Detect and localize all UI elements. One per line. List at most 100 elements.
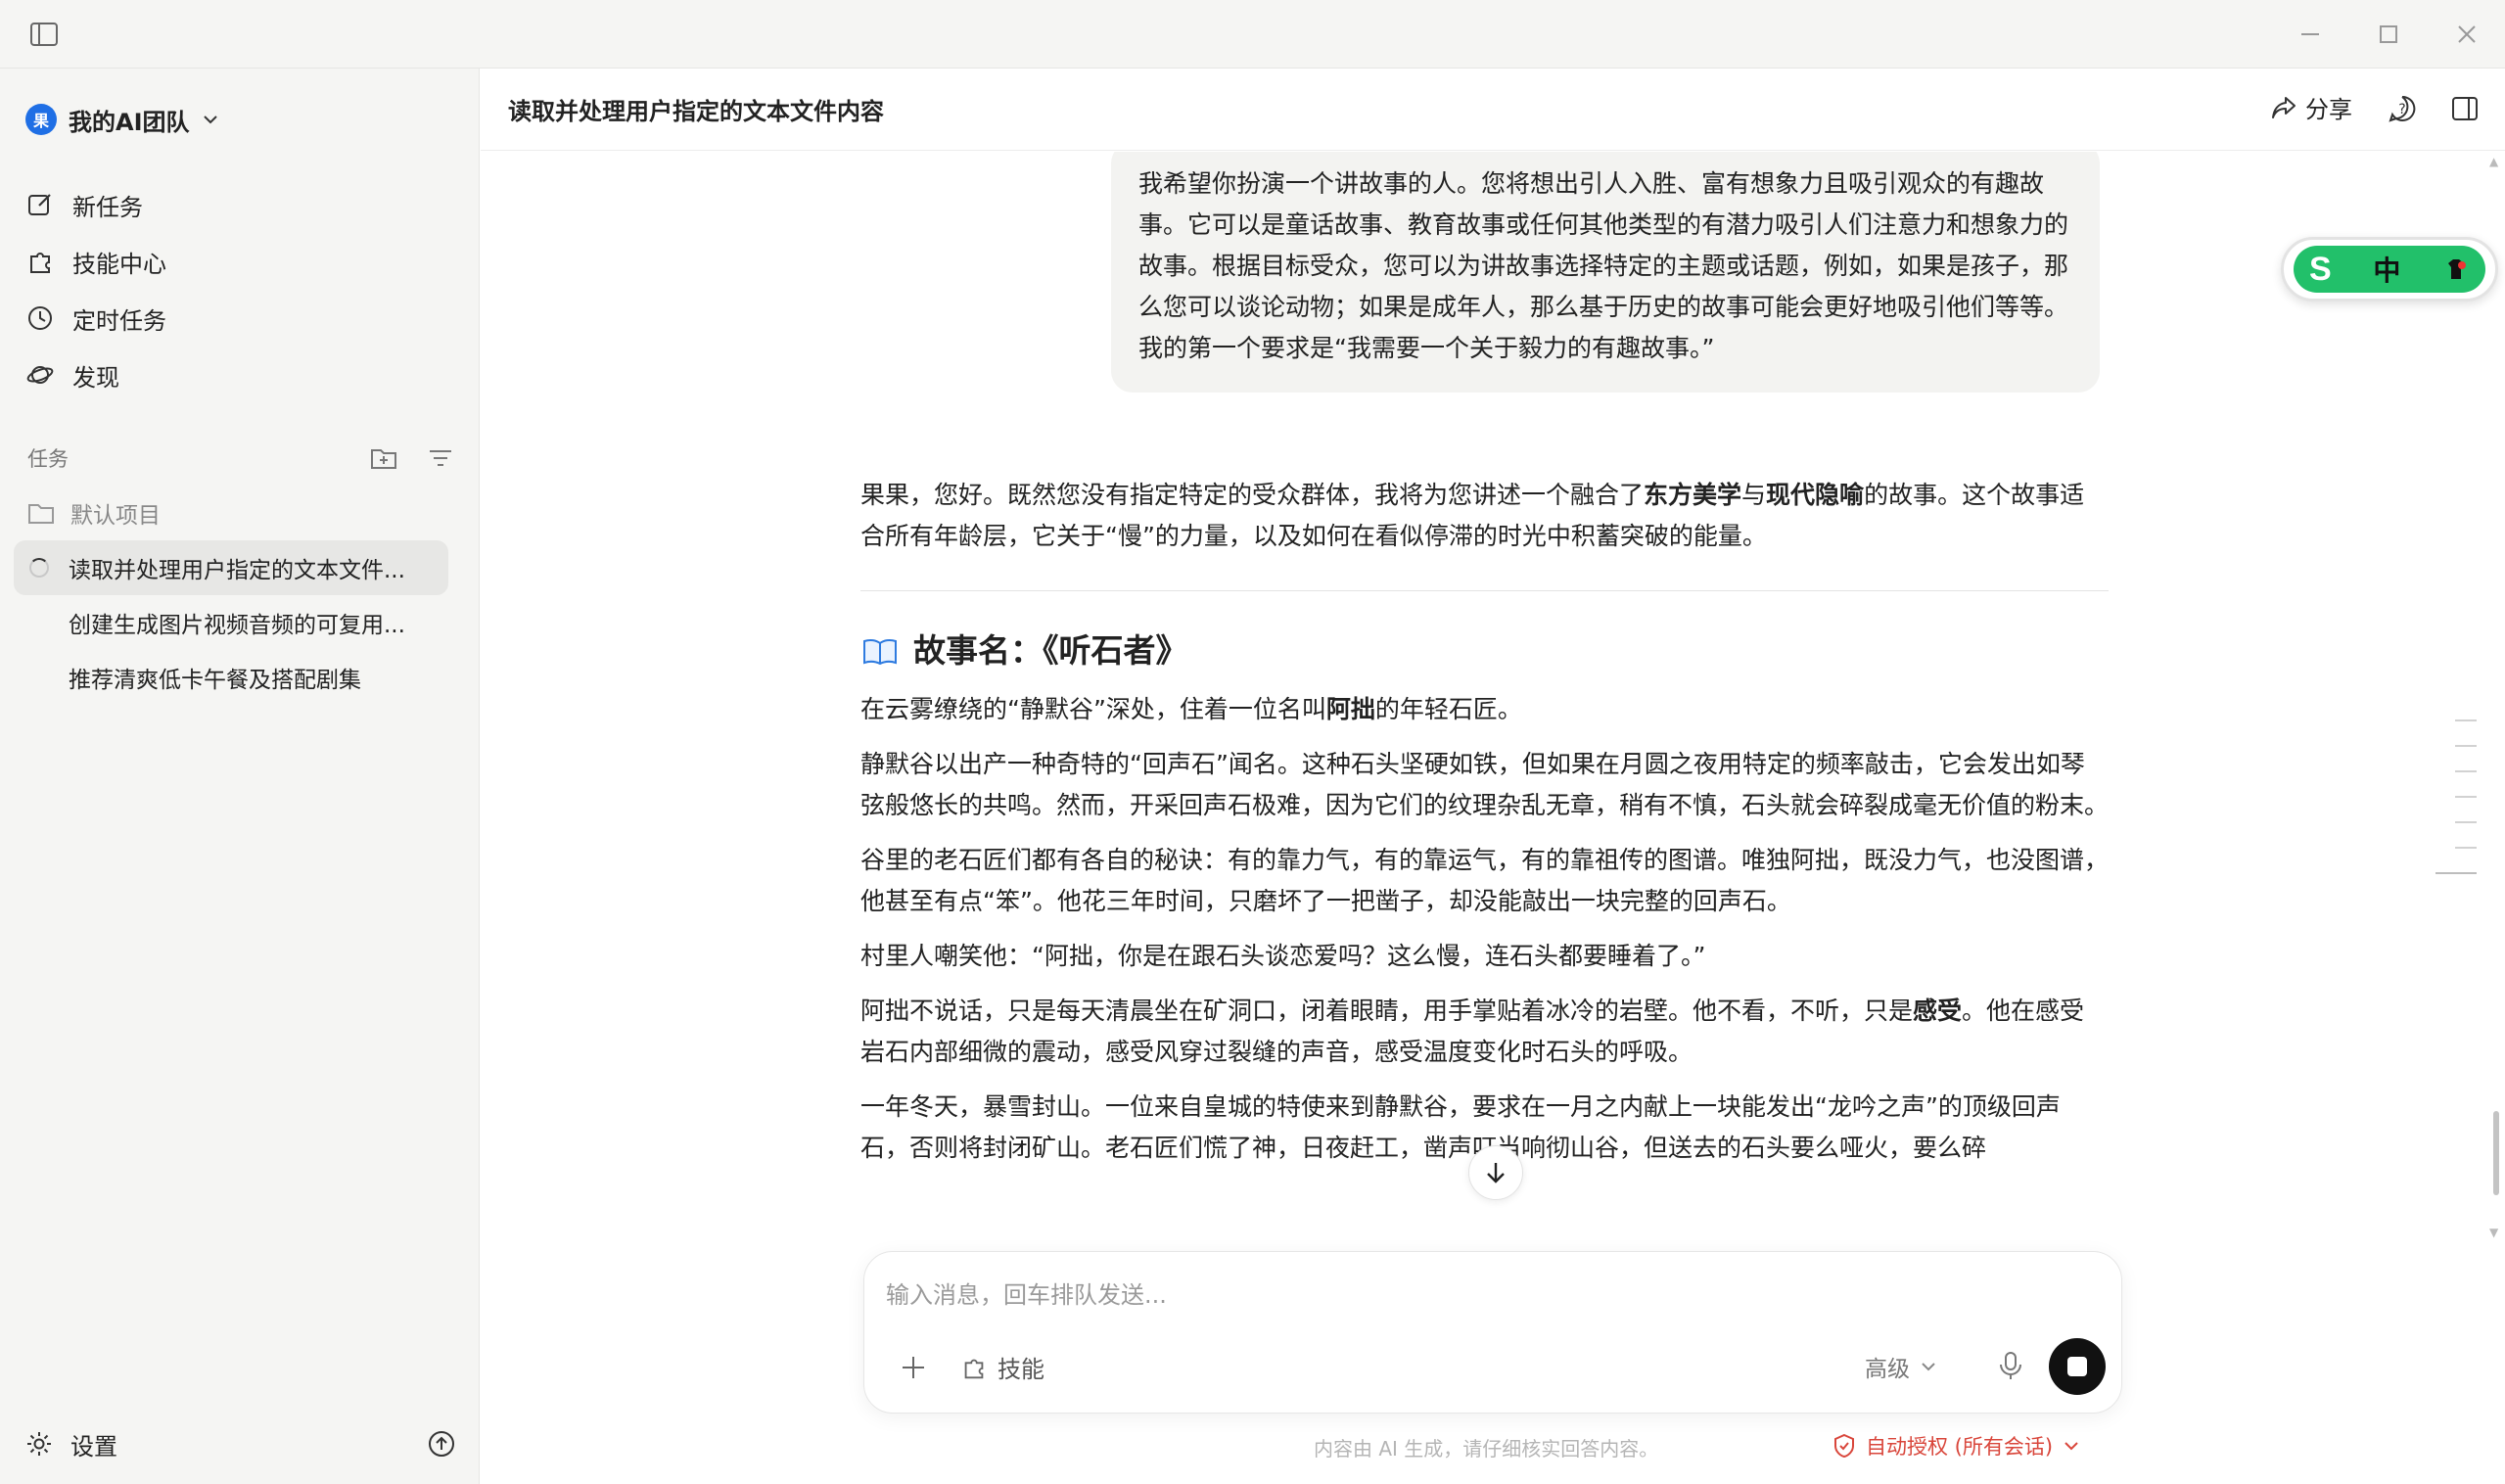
shield-icon <box>1834 1433 1854 1459</box>
planet-icon <box>26 366 54 384</box>
skill-button[interactable]: 技能 <box>960 1350 1044 1384</box>
auth-label: 自动授权 (所有会话) <box>1866 1435 2054 1459</box>
chevron-down-icon <box>1922 1363 1935 1371</box>
ime-language-toggle[interactable]: 中 <box>2373 250 2400 289</box>
clock-icon <box>28 306 52 330</box>
minimize-icon[interactable] <box>2296 20 2325 49</box>
sidebar-item-label: 定时任务 <box>72 306 166 335</box>
chevron-down-icon <box>203 116 217 124</box>
sidebar-item-label: 新任务 <box>72 193 143 221</box>
bold-text: 阿拙 <box>1325 695 1375 723</box>
folder-icon <box>28 504 54 524</box>
task-item[interactable]: 创建生成图片视频音频的可复用... <box>14 595 448 650</box>
text-span: 阿拙不说话，只是每天清晨坐在矿洞口，闭着眼睛，用手掌贴着冰冷的岩壁。他不看，不听… <box>860 997 1914 1025</box>
team-switcher[interactable]: 果 我的AI团队 <box>25 100 219 139</box>
message-composer: 技能 高级 <box>863 1251 2122 1414</box>
add-attachment-button[interactable] <box>900 1354 927 1385</box>
advanced-label: 高级 <box>1865 1357 1910 1382</box>
sidebar: 果 我的AI团队 新任务 技能中心 定时任务 发现 任务 默认项目 读取并处理用… <box>0 69 480 1484</box>
stop-icon <box>2067 1357 2087 1376</box>
story-title: 故事名：《听石者》 <box>860 626 2109 675</box>
text-span: 在云雾缭绕的“静默谷”深处，住着一位名叫 <box>860 695 1326 723</box>
sidebar-item-discover[interactable]: 发现 <box>25 347 456 403</box>
new-folder-icon[interactable] <box>370 446 397 470</box>
bold-text: 现代隐喻 <box>1766 481 1865 509</box>
share-button[interactable]: 分享 <box>2270 90 2352 124</box>
project-default[interactable]: 默认项目 <box>27 491 161 534</box>
edit-icon <box>28 194 51 215</box>
tasks-header-label: 任务 <box>27 447 69 471</box>
share-icon <box>2272 96 2296 118</box>
sidebar-item-label: 发现 <box>72 363 119 392</box>
text-span: 的年轻石匠。 <box>1374 695 1522 723</box>
message-input[interactable] <box>886 1274 2061 1317</box>
text-span: 与 <box>1741 481 1767 509</box>
sidebar-nav: 新任务 技能中心 定时任务 发现 <box>25 176 456 403</box>
sidebar-item-skills[interactable]: 技能中心 <box>25 233 456 290</box>
bold-text: 感受 <box>1913 997 1963 1025</box>
story-paragraph: 村里人嘲笑他：“阿拙，你是在跟石头谈恋爱吗？这么慢，连石头都要睡着了。” <box>860 942 1706 970</box>
story-paragraph: 谷里的老石匠们都有各自的秘诀：有的靠力气，有的靠运气，有的靠祖传的图谱。唯独阿拙… <box>860 846 2110 915</box>
microphone-button[interactable] <box>1996 1350 2025 1385</box>
answer-intro: 果果，您好。既然您没有指定特定的受众群体，我将为您讲述一个融合了东方美学与现代隐… <box>860 475 2109 557</box>
team-name: 我的AI团队 <box>69 108 190 136</box>
help-icon[interactable]: ? <box>2388 94 2417 127</box>
gear-icon <box>27 1432 51 1456</box>
side-panel-icon[interactable] <box>2450 94 2480 127</box>
book-icon <box>863 638 897 666</box>
settings-row: 设置 <box>25 1419 456 1468</box>
upgrade-arrow-icon[interactable] <box>427 1429 456 1459</box>
story-title-text: 故事名：《听石者》 <box>913 631 1188 670</box>
team-avatar: 果 <box>25 104 57 135</box>
settings-label: 设置 <box>70 1432 117 1461</box>
task-label: 推荐清爽低卡午餐及搭配剧集 <box>69 668 361 693</box>
user-message-bubble: 我希望你扮演一个讲故事的人。您将想出引人入胜、富有想象力且吸引观众的有趣故事。它… <box>1111 152 2100 393</box>
skill-label: 技能 <box>997 1356 1044 1383</box>
plus-icon <box>903 1357 924 1378</box>
project-label: 默认项目 <box>70 503 161 529</box>
page-title: 读取并处理用户指定的文本文件内容 <box>508 98 884 125</box>
sidebar-item-new-task[interactable]: 新任务 <box>25 176 456 233</box>
microphone-icon <box>2000 1352 2021 1379</box>
outline-minimap[interactable] <box>2435 719 2477 898</box>
sidebar-toggle-icon[interactable] <box>29 22 59 47</box>
chat-header: 读取并处理用户指定的文本文件内容 分享 ? <box>481 69 2505 151</box>
auto-authorize-dropdown[interactable]: 自动授权 (所有会话) <box>1832 1431 2080 1461</box>
scroll-down-arrow-icon[interactable]: ▼ <box>2489 1226 2498 1239</box>
task-item[interactable]: 推荐清爽低卡午餐及搭配剧集 <box>14 650 448 705</box>
svg-text:?: ? <box>2398 102 2405 117</box>
text-span: 果果，您好。既然您没有指定特定的受众群体，我将为您讲述一个融合了 <box>860 481 1645 509</box>
puzzle-icon <box>30 253 50 273</box>
filter-icon[interactable] <box>427 446 454 470</box>
share-label: 分享 <box>2305 96 2352 123</box>
scrollbar-thumb[interactable] <box>2493 1111 2499 1195</box>
ime-skin-icon[interactable] <box>2442 255 2470 283</box>
maximize-icon[interactable] <box>2374 20 2403 49</box>
task-item[interactable]: 读取并处理用户指定的文本文件... <box>14 540 448 595</box>
sidebar-item-scheduled[interactable]: 定时任务 <box>25 290 456 347</box>
sidebar-item-label: 技能中心 <box>72 250 166 278</box>
settings-button[interactable]: 设置 <box>25 1427 117 1461</box>
story-paragraph: 阿拙不说话，只是每天清晨坐在矿洞口，闭着眼睛，用手掌贴着冰冷的岩壁。他不看，不听… <box>860 991 2109 1073</box>
task-label: 读取并处理用户指定的文本文件... <box>69 558 405 583</box>
ime-toolbar[interactable]: S 中 <box>2281 237 2498 301</box>
divider <box>860 590 2109 591</box>
task-list: 读取并处理用户指定的文本文件... 创建生成图片视频音频的可复用... 推荐清爽… <box>14 540 448 705</box>
loading-spinner-icon <box>29 558 49 578</box>
ime-logo: S <box>2309 250 2332 288</box>
assistant-answer: 果果，您好。既然您没有指定特定的受众群体，我将为您讲述一个融合了东方美学与现代隐… <box>860 475 2109 1183</box>
title-bar <box>0 0 2505 69</box>
scroll-up-arrow-icon[interactable]: ▲ <box>2489 155 2498 168</box>
story-paragraph: 在云雾缭绕的“静默谷”深处，住着一位名叫阿拙的年轻石匠。 <box>860 689 2109 730</box>
scroll-to-bottom-button[interactable] <box>1468 1145 1523 1200</box>
puzzle-icon <box>964 1359 984 1378</box>
bold-text: 东方美学 <box>1644 481 1742 509</box>
chevron-down-icon <box>2064 1442 2078 1451</box>
close-icon[interactable] <box>2452 20 2482 49</box>
advanced-dropdown[interactable]: 高级 <box>1865 1350 1937 1383</box>
conversation-area: 我希望你扮演一个讲故事的人。您将想出引人入胜、富有想象力且吸引观众的有趣故事。它… <box>481 152 2505 1248</box>
ime-toolbar-inner: S 中 <box>2294 246 2485 293</box>
stop-generation-button[interactable] <box>2049 1338 2106 1395</box>
arrow-down-icon <box>1487 1163 1505 1183</box>
ai-disclaimer: 内容由 AI 生成，请仔细核实回答内容。 <box>1314 1437 1659 1461</box>
